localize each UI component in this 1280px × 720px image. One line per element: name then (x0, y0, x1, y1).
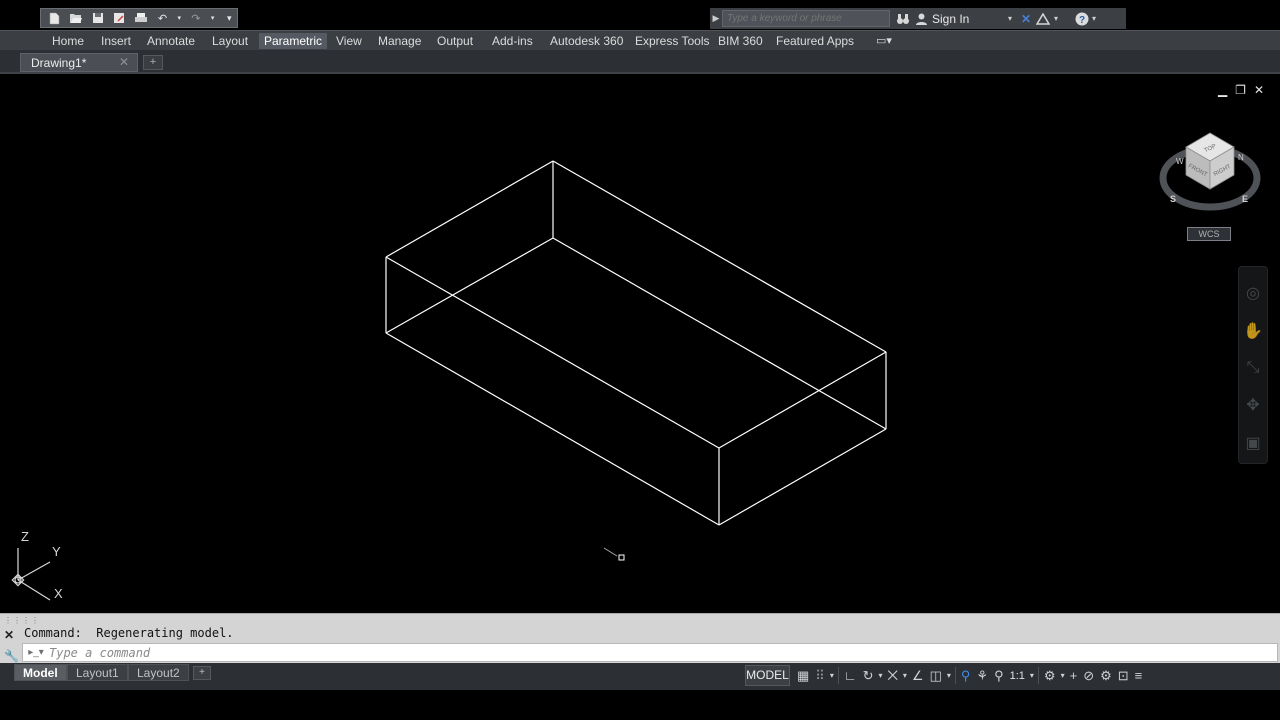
viewcube[interactable]: TOP FRONT RIGHT N W S E (1158, 126, 1262, 216)
steering-wheel-icon[interactable]: ◎ (1246, 283, 1260, 303)
command-grip-icon[interactable]: ⋮⋮⋮⋮ (4, 616, 40, 625)
annotation-visibility-icon[interactable]: ⚲ (958, 665, 974, 686)
wcs-menu-button[interactable]: WCS (1187, 227, 1231, 241)
object-snap-tracking-icon[interactable]: ∠ (909, 665, 927, 686)
layout-tab-layout1[interactable]: Layout1 (67, 664, 128, 681)
customize-menu-icon[interactable]: ≡ (1132, 665, 1146, 686)
compass-n[interactable]: N (1238, 153, 1244, 162)
annotation-scale-icon[interactable]: ⚲ (991, 665, 1007, 686)
zoom-extents-icon[interactable]: ⤡ (1247, 359, 1260, 377)
snap-icon[interactable]: ⠿ (812, 665, 828, 686)
workspace-dropdown-icon[interactable]: ▾ (1059, 665, 1067, 686)
status-toggles: ▦ ⠿ ▾ ∟ ↻ ▾ ⨉ ▾ ∠ ◫ ▾ ⚲ ⚘ ⚲ 1:1 ▾ ⚙ ▾ + … (794, 665, 1145, 686)
command-line: ⋮⋮⋮⋮ ✕ 🔧 Command: Regenerating model. ▸_… (0, 613, 1280, 663)
layout-tab-model[interactable]: Model (14, 664, 67, 681)
auto-scale-icon[interactable]: ⚘ (973, 665, 991, 686)
add-layout-button[interactable]: + (193, 666, 211, 680)
clean-screen-icon[interactable]: ⊡ (1115, 665, 1132, 686)
ucs-x-label: X (54, 586, 63, 601)
status-bar: Model Layout1 Layout2 + MODEL ▦ ⠿ ▾ ∟ ↻ … (0, 663, 1280, 690)
grid-icon[interactable]: ▦ (794, 665, 812, 686)
customize-wrench-icon[interactable]: 🔧 (4, 649, 19, 663)
command-input[interactable]: Type a command (49, 646, 150, 660)
object-snap-icon[interactable]: ◫ (927, 665, 945, 686)
annotation-monitor-icon[interactable]: + (1067, 665, 1081, 686)
snap-dropdown-icon[interactable]: ▾ (828, 665, 836, 686)
scale-dropdown-icon[interactable]: ▾ (1028, 665, 1036, 686)
isodraft-icon[interactable]: ⨉ (885, 665, 901, 686)
close-icon[interactable]: ✕ (4, 628, 14, 642)
compass-s[interactable]: S (1170, 194, 1176, 204)
ucs-z-label: Z (21, 529, 29, 544)
workspace-gear-icon[interactable]: ⚙ (1041, 665, 1059, 686)
orbit-icon[interactable]: ✥ (1246, 395, 1259, 415)
polar-icon[interactable]: ↻ (860, 665, 877, 686)
autocad-window: ↶ ▾ ↷ ▾ ▾ ▶ Sign In ▾ ✕ ▾ ? ▾ (0, 0, 1280, 720)
isodraft-dropdown-icon[interactable]: ▾ (901, 665, 909, 686)
polar-dropdown-icon[interactable]: ▾ (876, 665, 884, 686)
compass-e[interactable]: E (1242, 194, 1248, 204)
command-history: Command: Regenerating model. (24, 626, 234, 640)
showmotion-icon[interactable]: ▣ (1245, 433, 1260, 453)
layout-tab-layout2[interactable]: Layout2 (128, 664, 189, 681)
box-wireframe[interactable] (0, 0, 1280, 720)
isolate-objects-icon[interactable]: ⊘ (1080, 665, 1097, 686)
object-snap-dropdown-icon[interactable]: ▾ (945, 665, 953, 686)
ucs-icon: Z Y X (11, 529, 63, 601)
compass-w[interactable]: W (1176, 157, 1184, 166)
command-input-field[interactable]: ▸_▾ Type a command (22, 643, 1278, 662)
hardware-acceleration-icon[interactable]: ⚙ (1097, 665, 1115, 686)
model-space-button[interactable]: MODEL (745, 665, 790, 686)
pan-icon[interactable]: ✋ (1243, 321, 1263, 341)
recent-commands-icon[interactable]: ▸_▾ (23, 647, 49, 658)
annotation-scale-value[interactable]: 1:1 (1007, 665, 1028, 686)
ucs-y-label: Y (52, 544, 61, 559)
ortho-icon[interactable]: ∟ (841, 665, 860, 686)
cursor-pickbox (603, 547, 625, 561)
navigation-bar: ◎ ✋ ⤡ ✥ ▣ (1238, 266, 1268, 464)
